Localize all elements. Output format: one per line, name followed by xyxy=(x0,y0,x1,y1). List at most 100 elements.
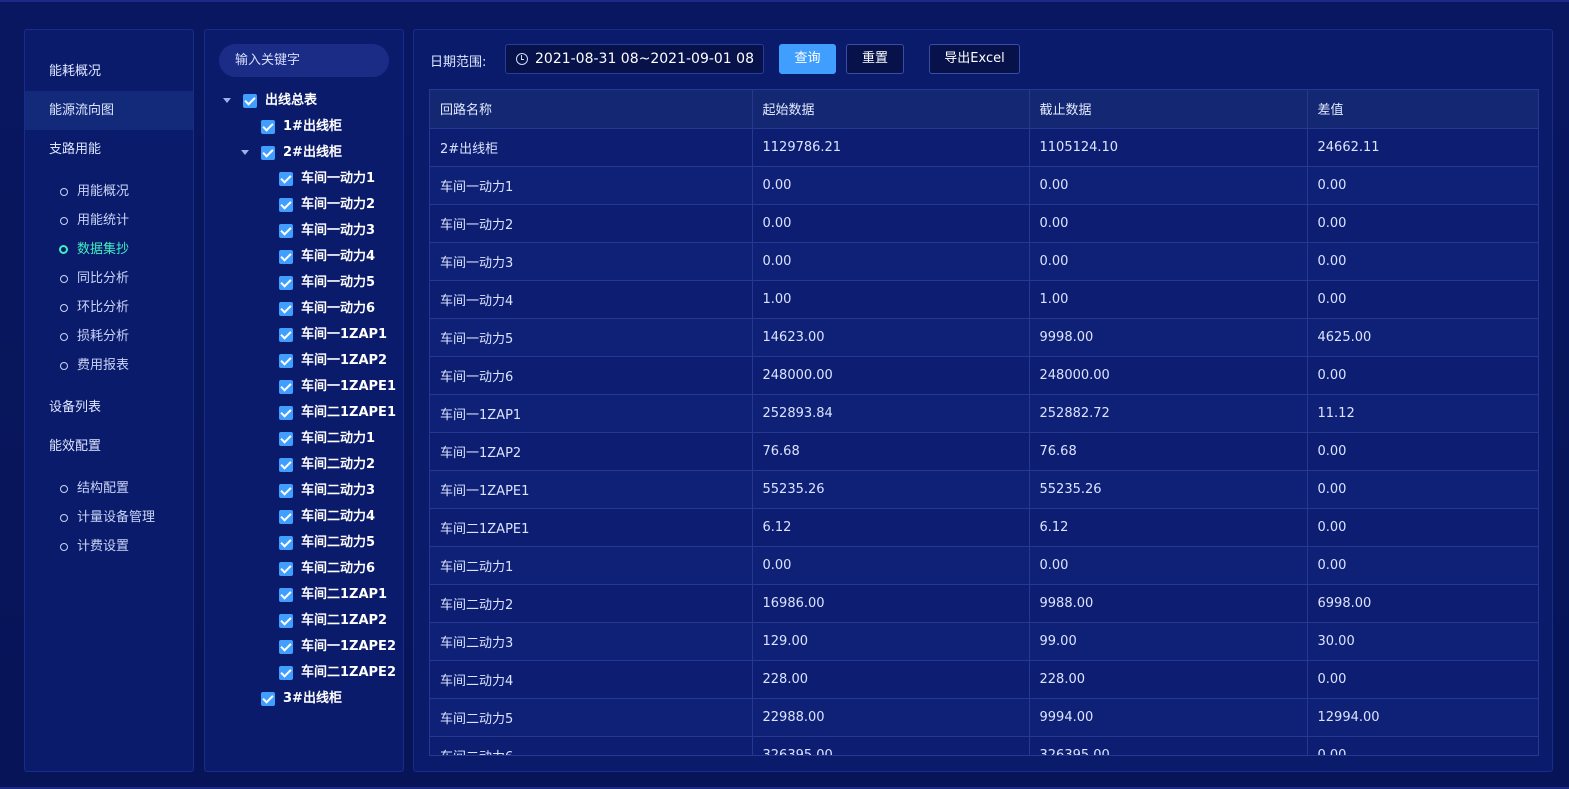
tree-node-circuit[interactable]: 车间一动力2 xyxy=(205,192,405,218)
checkbox-checked-icon[interactable] xyxy=(279,510,293,524)
tree-node-circuit[interactable]: 车间一动力1 xyxy=(205,166,405,192)
caret-down-icon[interactable] xyxy=(241,150,249,155)
tree-node-circuit[interactable]: 车间一1ZAPE1 xyxy=(205,374,405,400)
checkbox-checked-icon[interactable] xyxy=(279,588,293,602)
nav-sub-meter-management[interactable]: 计量设备管理 xyxy=(25,503,193,532)
table-cell: 252882.72 xyxy=(1029,394,1308,433)
table-row[interactable]: 车间一动力6 248000.00 248000.00 0.00 xyxy=(430,356,1538,395)
tree-node-circuit[interactable]: 车间一1ZAPE2 xyxy=(205,634,405,660)
caret-down-icon[interactable] xyxy=(223,98,231,103)
tree-node-cabinet-3[interactable]: 3#出线柜 xyxy=(205,686,405,712)
checkbox-checked-icon[interactable] xyxy=(243,94,257,108)
checkbox-checked-icon[interactable] xyxy=(279,224,293,238)
table-cell: 1129786.21 xyxy=(752,128,1030,167)
column-header-difference[interactable]: 差值 xyxy=(1307,90,1538,129)
checkbox-checked-icon[interactable] xyxy=(261,692,275,706)
table-row[interactable]: 车间二动力5 22988.00 9994.00 12994.00 xyxy=(430,698,1538,737)
nav-item-efficiency-config[interactable]: 能效配置 xyxy=(25,427,193,466)
checkbox-checked-icon[interactable] xyxy=(279,536,293,550)
checkbox-checked-icon[interactable] xyxy=(279,354,293,368)
tree-node-circuit[interactable]: 车间二1ZAP1 xyxy=(205,582,405,608)
table-row[interactable]: 车间一动力4 1.00 1.00 0.00 xyxy=(430,280,1538,319)
nav-sub-loss-analysis[interactable]: 损耗分析 xyxy=(25,322,193,351)
checkbox-checked-icon[interactable] xyxy=(261,146,275,160)
nav-sub-mom-analysis[interactable]: 环比分析 xyxy=(25,293,193,322)
checkbox-checked-icon[interactable] xyxy=(279,562,293,576)
table-row[interactable]: 车间二1ZAPE1 6.12 6.12 0.00 xyxy=(430,508,1538,547)
checkbox-checked-icon[interactable] xyxy=(279,302,293,316)
tree-search-input[interactable]: 输入关键字 xyxy=(219,44,389,77)
tree-node-circuit[interactable]: 车间二动力2 xyxy=(205,452,405,478)
table-row[interactable]: 车间一动力5 14623.00 9998.00 4625.00 xyxy=(430,318,1538,357)
nav-sub-yoy-analysis[interactable]: 同比分析 xyxy=(25,264,193,293)
nav-sub-usage-stats[interactable]: 用能统计 xyxy=(25,206,193,235)
tree-node-circuit[interactable]: 车间一1ZAP2 xyxy=(205,348,405,374)
reset-button[interactable]: 重置 xyxy=(846,44,904,74)
date-range-picker[interactable]: 2021-08-31 08~2021-09-01 08 xyxy=(505,44,764,74)
table-row[interactable]: 车间二动力2 16986.00 9988.00 6998.00 xyxy=(430,584,1538,623)
checkbox-checked-icon[interactable] xyxy=(279,172,293,186)
nav-sub-usage-overview[interactable]: 用能概况 xyxy=(25,177,193,206)
column-header-end-data[interactable]: 截止数据 xyxy=(1029,90,1308,129)
checkbox-checked-icon[interactable] xyxy=(279,328,293,342)
table-row[interactable]: 车间一1ZAP1 252893.84 252882.72 11.12 xyxy=(430,394,1538,433)
column-header-circuit-name[interactable]: 回路名称 xyxy=(430,90,753,129)
checkbox-checked-icon[interactable] xyxy=(279,458,293,472)
export-excel-button[interactable]: 导出Excel xyxy=(929,44,1020,74)
nav-item-energy-flow[interactable]: 能源流向图 xyxy=(25,91,193,130)
nav-sub-structure-config[interactable]: 结构配置 xyxy=(25,474,193,503)
tree-node-circuit[interactable]: 车间一1ZAP1 xyxy=(205,322,405,348)
table-row[interactable]: 车间一1ZAP2 76.68 76.68 0.00 xyxy=(430,432,1538,471)
nav-sub-data-reading[interactable]: 数据集抄 xyxy=(25,235,193,264)
checkbox-checked-icon[interactable] xyxy=(279,276,293,290)
tree-node-circuit[interactable]: 车间一动力3 xyxy=(205,218,405,244)
tree-node-circuit[interactable]: 车间二动力3 xyxy=(205,478,405,504)
checkbox-checked-icon[interactable] xyxy=(279,484,293,498)
table-row[interactable]: 车间一动力3 0.00 0.00 0.00 xyxy=(430,242,1538,281)
tree-node-circuit[interactable]: 车间二1ZAP2 xyxy=(205,608,405,634)
tree-node-circuit[interactable]: 车间一动力4 xyxy=(205,244,405,270)
tree-node-circuit[interactable]: 车间二1ZAPE1 xyxy=(205,400,405,426)
tree-node-circuit[interactable]: 车间二1ZAPE2 xyxy=(205,660,405,686)
table-row[interactable]: 车间二动力4 228.00 228.00 0.00 xyxy=(430,660,1538,699)
column-header-start-data[interactable]: 起始数据 xyxy=(752,90,1030,129)
table-row[interactable]: 车间二动力3 129.00 99.00 30.00 xyxy=(430,622,1538,661)
table-row[interactable]: 车间一动力1 0.00 0.00 0.00 xyxy=(430,166,1538,205)
table-cell: 55235.26 xyxy=(752,470,1030,509)
table-cell: 0.00 xyxy=(752,546,1030,585)
tree-node-circuit[interactable]: 车间二动力4 xyxy=(205,504,405,530)
table-row[interactable]: 车间二动力6326395.00326395.000.00 xyxy=(430,736,1538,755)
table-row[interactable]: 车间一1ZAPE1 55235.26 55235.26 0.00 xyxy=(430,470,1538,509)
checkbox-checked-icon[interactable] xyxy=(279,640,293,654)
checkbox-checked-icon[interactable] xyxy=(261,120,275,134)
nav-sub-billing-settings[interactable]: 计费设置 xyxy=(25,532,193,561)
nav-item-device-list[interactable]: 设备列表 xyxy=(25,388,193,427)
nav-item-energy-overview[interactable]: 能耗概况 xyxy=(25,52,193,91)
tree-node-cabinet-2[interactable]: 2#出线柜 xyxy=(205,140,405,166)
tree-node-circuit[interactable]: 车间二动力6 xyxy=(205,556,405,582)
checkbox-checked-icon[interactable] xyxy=(279,666,293,680)
tree-node-circuit[interactable]: 车间一动力5 xyxy=(205,270,405,296)
table-cell: 0.00 xyxy=(1307,432,1538,471)
table-row[interactable]: 车间二动力1 0.00 0.00 0.00 xyxy=(430,546,1538,585)
table-header-row: 回路名称 起始数据 截止数据 差值 xyxy=(430,90,1538,129)
table-row[interactable]: 2#出线柜 1129786.21 1105124.10 24662.11 xyxy=(430,128,1538,167)
checkbox-checked-icon[interactable] xyxy=(279,614,293,628)
nav-item-branch-usage[interactable]: 支路用能 xyxy=(25,130,193,169)
checkbox-checked-icon[interactable] xyxy=(279,250,293,264)
tree-node-root[interactable]: 出线总表 xyxy=(205,88,405,114)
checkbox-checked-icon[interactable] xyxy=(279,380,293,394)
checkbox-checked-icon[interactable] xyxy=(279,198,293,212)
tree-node-cabinet-1[interactable]: 1#出线柜 xyxy=(205,114,405,140)
tree-node-circuit[interactable]: 车间二动力5 xyxy=(205,530,405,556)
tree-node-circuit[interactable]: 车间一动力6 xyxy=(205,296,405,322)
data-table-container[interactable]: 回路名称 起始数据 截止数据 差值 2#出线柜 1129786.21 1105124… xyxy=(429,89,1539,756)
table-row[interactable]: 车间一动力2 0.00 0.00 0.00 xyxy=(430,204,1538,243)
query-button[interactable]: 查询 xyxy=(779,44,836,74)
tree-node-circuit[interactable]: 车间二动力1 xyxy=(205,426,405,452)
checkbox-checked-icon[interactable] xyxy=(279,406,293,420)
table-cell: 0.00 xyxy=(1307,508,1538,547)
table-cell: 车间二动力1 xyxy=(430,546,753,585)
checkbox-checked-icon[interactable] xyxy=(279,432,293,446)
nav-sub-cost-report[interactable]: 费用报表 xyxy=(25,351,193,380)
